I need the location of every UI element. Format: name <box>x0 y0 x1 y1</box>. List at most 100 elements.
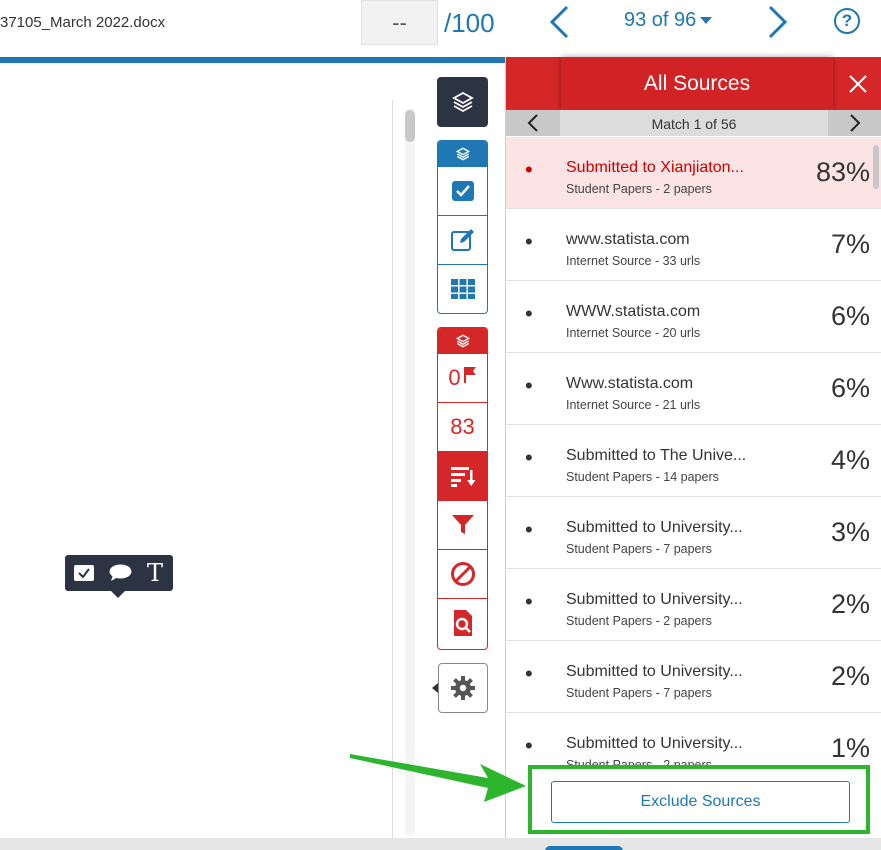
quickmarks-button[interactable] <box>438 166 487 215</box>
source-type: Internet Source - 21 urls <box>566 398 701 412</box>
exclude-sources-button[interactable]: Exclude Sources <box>551 781 850 823</box>
source-name: WWW.statista.com <box>566 303 701 320</box>
source-bullet: • <box>525 589 533 614</box>
source-percentage: 83% <box>815 157 870 187</box>
source-type: Student Papers - 7 papers <box>566 686 712 700</box>
match-counter: Match 1 of 56 <box>651 116 737 132</box>
similarity-tools-group: 0 83 <box>437 327 488 650</box>
next-paper-icon[interactable] <box>762 4 792 40</box>
quickmark-toolbar: T <box>65 555 173 598</box>
panel-title: All Sources <box>561 57 833 110</box>
source-bullet: • <box>525 661 533 686</box>
source-percentage: 7% <box>830 229 870 259</box>
source-percentage: 6% <box>830 373 870 403</box>
text-only-report-button[interactable] <box>438 598 487 647</box>
document-viewer[interactable] <box>0 63 393 838</box>
comment-bubble-icon[interactable] <box>109 564 132 581</box>
layers-button[interactable] <box>437 77 488 127</box>
document-scrollbar[interactable] <box>405 108 415 836</box>
source-row[interactable]: • Submitted to University... Student Pap… <box>506 569 881 641</box>
paper-counter-text: 93 of 96 <box>624 9 697 31</box>
bottom-bar <box>0 838 881 850</box>
grade-max: /100 <box>444 8 495 38</box>
source-bullet: • <box>525 301 533 326</box>
gear-icon <box>451 676 475 700</box>
source-bullet: • <box>525 229 533 254</box>
source-row[interactable]: • Www.statista.com Internet Source - 21 … <box>506 353 881 425</box>
source-type: Internet Source - 33 urls <box>566 254 701 268</box>
source-row[interactable]: • Submitted to University... Student Pap… <box>506 497 881 569</box>
previous-match-button[interactable] <box>506 110 560 136</box>
source-list: • Submitted to Xianjiaton... Student Pap… <box>506 137 881 767</box>
text-comment-icon[interactable]: T <box>147 559 163 587</box>
source-list-scroll-thumb[interactable] <box>873 145 879 189</box>
source-bullet: • <box>525 157 533 182</box>
layers-icon <box>455 146 470 161</box>
grid-icon <box>450 279 475 299</box>
similarity-layer-header[interactable] <box>438 328 487 353</box>
filter-button[interactable] <box>438 500 487 549</box>
grading-layer-header[interactable] <box>438 141 487 166</box>
sort-list-icon <box>450 467 475 487</box>
previous-paper-icon[interactable] <box>545 4 575 40</box>
source-bullet: • <box>525 445 533 470</box>
flags-button[interactable]: 0 <box>438 353 487 402</box>
source-name: www.statista.com <box>566 231 690 248</box>
source-name: Submitted to University... <box>566 519 743 536</box>
document-scroll-thumb[interactable] <box>405 110 415 142</box>
edit-icon <box>450 229 474 251</box>
filter-icon <box>451 515 474 534</box>
source-percentage: 1% <box>830 733 870 763</box>
source-percentage: 6% <box>830 301 870 331</box>
panel-header: All Sources <box>506 57 881 110</box>
grade-input[interactable]: -- <box>361 0 438 45</box>
block-icon <box>450 562 475 586</box>
source-name: Submitted to Xianjiaton... <box>566 159 744 176</box>
rubric-button[interactable] <box>438 264 487 313</box>
help-icon[interactable]: ? <box>834 8 860 34</box>
source-type: Student Papers - 14 papers <box>566 470 719 484</box>
paper-counter-dropdown[interactable]: 93 of 96 <box>624 9 713 32</box>
source-row[interactable]: • Submitted to Xianjiaton... Student Pap… <box>506 137 881 209</box>
source-row[interactable]: • Submitted to University... Student Pap… <box>506 641 881 713</box>
source-percentage: 3% <box>830 517 870 547</box>
source-row[interactable]: • Submitted to University... Student Pap… <box>506 713 881 767</box>
source-list-scrollbar[interactable] <box>873 145 879 765</box>
source-row[interactable]: • Submitted to The Unive... Student Pape… <box>506 425 881 497</box>
source-name: Submitted to University... <box>566 735 743 752</box>
chevron-down-icon <box>700 17 713 25</box>
chevron-left-icon <box>527 114 538 132</box>
flag-count: 0 <box>448 365 461 390</box>
next-match-button[interactable] <box>828 110 881 136</box>
flag-icon <box>463 367 476 383</box>
source-bullet: • <box>525 373 533 398</box>
source-name: Submitted to University... <box>566 591 743 608</box>
source-bullet: • <box>525 517 533 542</box>
source-type: Student Papers - 2 papers <box>566 182 712 196</box>
excluded-sources-button[interactable] <box>438 549 487 598</box>
source-percentage: 2% <box>830 589 870 619</box>
feedback-studio-window: 37105_March 2022.docx -- /100 93 of 96 ?… <box>0 0 881 850</box>
document-divider <box>392 100 393 838</box>
checkbox-icon <box>451 181 474 201</box>
source-type: Student Papers - 7 papers <box>566 542 712 556</box>
source-percentage: 4% <box>830 445 870 475</box>
annotation-arrow-icon <box>350 754 526 802</box>
source-percentage: 2% <box>830 661 870 691</box>
layers-icon <box>455 333 470 348</box>
match-overview-button[interactable] <box>438 451 487 500</box>
bottom-toggle[interactable] <box>545 846 623 850</box>
close-panel-button[interactable] <box>834 57 881 110</box>
similarity-score-button[interactable]: 83 <box>438 402 487 451</box>
quickmark-check-icon[interactable] <box>74 565 94 581</box>
settings-button[interactable] <box>438 663 488 713</box>
top-bar: 37105_March 2022.docx -- /100 93 of 96 ? <box>0 0 881 57</box>
document-filename: 37105_March 2022.docx <box>0 14 166 31</box>
feedback-summary-button[interactable] <box>438 215 487 264</box>
match-navigator: Match 1 of 56 <box>506 110 881 136</box>
exclude-highlight-box: Exclude Sources <box>528 765 870 834</box>
layers-icon <box>451 91 474 113</box>
source-row[interactable]: • www.statista.com Internet Source - 33 … <box>506 209 881 281</box>
source-type: Student Papers - 2 papers <box>566 614 712 628</box>
source-row[interactable]: • WWW.statista.com Internet Source - 20 … <box>506 281 881 353</box>
